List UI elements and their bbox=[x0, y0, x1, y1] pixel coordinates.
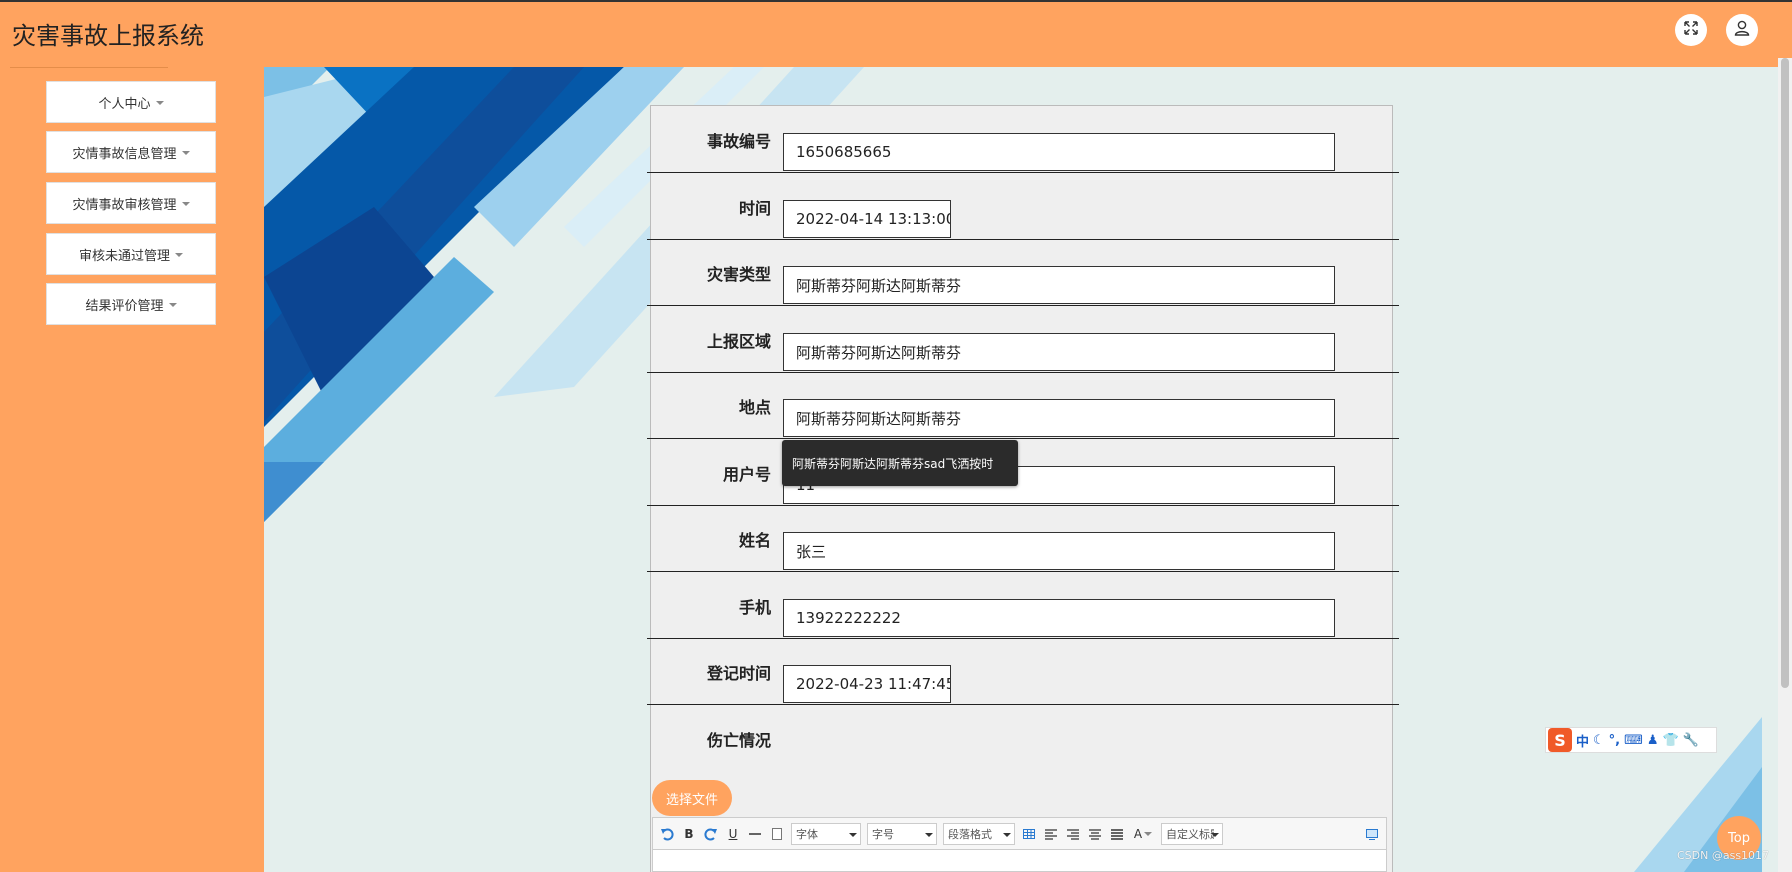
wrench-icon[interactable]: 🔧 bbox=[1683, 733, 1699, 748]
form-label: 手机 bbox=[738, 597, 771, 617]
form-label: 时间 bbox=[738, 198, 771, 218]
form-row-register-time: 登记时间 2022-04-23 11:47:45 bbox=[647, 638, 1399, 705]
font-size-select[interactable]: 字号 bbox=[867, 822, 937, 845]
sidebar-item-disaster-review[interactable]: 灾情事故审核管理 bbox=[46, 182, 216, 224]
form-label: 地点 bbox=[738, 397, 771, 417]
custom-title-select[interactable]: 自定义标题 bbox=[1161, 822, 1223, 845]
watermark: CSDN @ass1017 bbox=[1677, 849, 1770, 862]
sidebar-item-disaster-info[interactable]: 灾情事故信息管理 bbox=[46, 131, 216, 173]
name-input[interactable]: 张三 bbox=[783, 532, 1335, 570]
font-size-select-label: 字号 bbox=[872, 827, 894, 841]
chevron-down-icon bbox=[925, 832, 933, 837]
chevron-down-icon bbox=[181, 150, 190, 155]
chevron-down-icon bbox=[168, 302, 177, 307]
location-tooltip: 阿斯蒂芬阿斯达阿斯蒂芬sad飞洒按时 bbox=[782, 440, 1018, 486]
align-justify-icon[interactable] bbox=[1109, 826, 1125, 842]
rich-text-editor[interactable]: B U 字体 字号 段落格式 A 自定义标 bbox=[652, 817, 1387, 872]
register-time-input[interactable]: 2022-04-23 11:47:45 bbox=[783, 665, 951, 703]
chevron-down-icon bbox=[155, 100, 164, 105]
time-input[interactable]: 2022-04-14 13:13:00 bbox=[783, 200, 951, 238]
undo-icon[interactable] bbox=[659, 826, 675, 842]
form-row-casualties: 伤亡情况 bbox=[647, 705, 1399, 772]
report-area-input[interactable]: 阿斯蒂芬阿斯达阿斯蒂芬 bbox=[783, 333, 1335, 371]
ime-mode-label[interactable]: 中 bbox=[1576, 731, 1589, 750]
top-header: 灾害事故上报系统 bbox=[0, 0, 1792, 67]
bold-button[interactable]: B bbox=[681, 826, 697, 842]
sidebar-item-review-rejected[interactable]: 审核未通过管理 bbox=[46, 233, 216, 275]
accident-form: 事故编号 1650685665 时间 2022-04-14 13:13:00 灾… bbox=[647, 105, 1399, 872]
sidebar-item-result-evaluation[interactable]: 结果评价管理 bbox=[46, 283, 216, 325]
align-right-icon[interactable] bbox=[1065, 826, 1081, 842]
accident-number-input[interactable]: 1650685665 bbox=[783, 133, 1335, 171]
sidebar-item-personal-center[interactable]: 个人中心 bbox=[46, 81, 216, 123]
paragraph-format-select[interactable]: 段落格式 bbox=[943, 822, 1015, 845]
sidebar-item-label: 个人中心 bbox=[98, 96, 151, 112]
ime-toolbar[interactable]: S 中 ☾ °, ⌨ ♟ 👕 🔧 bbox=[1545, 727, 1717, 753]
form-row-user-id: 用户号 11 bbox=[647, 439, 1399, 506]
chevron-down-icon bbox=[1144, 832, 1153, 836]
sidebar-item-label: 灾情事故审核管理 bbox=[72, 197, 177, 213]
form-label: 事故编号 bbox=[706, 131, 771, 151]
sidebar-item-label: 结果评价管理 bbox=[85, 298, 164, 314]
form-label: 登记时间 bbox=[706, 663, 771, 683]
paragraph-format-select-label: 段落格式 bbox=[948, 827, 992, 841]
font-color-label: A bbox=[1133, 826, 1143, 841]
form-row-time: 时间 2022-04-14 13:13:00 bbox=[647, 173, 1399, 240]
app-title: 灾害事故上报系统 bbox=[12, 22, 204, 50]
scrollbar-thumb[interactable] bbox=[1781, 58, 1789, 688]
form-label: 上报区域 bbox=[706, 331, 771, 351]
form-row-name: 姓名 张三 bbox=[647, 505, 1399, 572]
font-color-button[interactable]: A bbox=[1131, 826, 1155, 842]
chevron-down-icon bbox=[181, 201, 190, 206]
sidebar: 个人中心 灾情事故信息管理 灾情事故审核管理 审核未通过管理 结果评价管理 bbox=[0, 67, 264, 872]
chevron-down-icon bbox=[1003, 832, 1011, 837]
underline-button[interactable]: U bbox=[725, 826, 741, 842]
user-icon bbox=[1733, 19, 1751, 41]
redo-icon[interactable] bbox=[703, 826, 719, 842]
voice-icon[interactable]: ♟ bbox=[1647, 733, 1659, 748]
document-icon[interactable] bbox=[769, 826, 785, 842]
form-row-disaster-type: 灾害类型 阿斯蒂芬阿斯达阿斯蒂芬 bbox=[647, 239, 1399, 306]
chevron-down-icon bbox=[849, 832, 857, 837]
form-label: 灾害类型 bbox=[706, 264, 771, 284]
page-scrollbar[interactable] bbox=[1778, 58, 1792, 872]
editor-toolbar: B U 字体 字号 段落格式 A 自定义标 bbox=[653, 818, 1386, 850]
phone-input[interactable]: 13922222222 bbox=[783, 599, 1335, 637]
moon-icon[interactable]: ☾ bbox=[1593, 733, 1605, 748]
table-icon[interactable] bbox=[1021, 826, 1037, 842]
disaster-type-input[interactable]: 阿斯蒂芬阿斯达阿斯蒂芬 bbox=[783, 266, 1335, 304]
chevron-down-icon bbox=[175, 252, 183, 257]
font-family-select-label: 字体 bbox=[796, 827, 818, 841]
keyboard-icon[interactable]: ⌨ bbox=[1624, 733, 1643, 748]
align-left-icon[interactable] bbox=[1043, 826, 1059, 842]
fullscreen-editor-icon[interactable] bbox=[1364, 826, 1380, 842]
form-row-phone: 手机 13922222222 bbox=[647, 572, 1399, 639]
punctuation-icon[interactable]: °, bbox=[1609, 733, 1620, 748]
horizontal-rule-icon[interactable] bbox=[747, 826, 763, 842]
sidebar-item-label: 灾情事故信息管理 bbox=[72, 146, 177, 162]
chevron-down-icon bbox=[1211, 832, 1219, 837]
form-label: 姓名 bbox=[738, 530, 771, 550]
align-center-icon[interactable] bbox=[1087, 826, 1103, 842]
custom-title-select-label: 自定义标题 bbox=[1166, 827, 1214, 841]
fullscreen-icon bbox=[1683, 20, 1699, 40]
user-button[interactable] bbox=[1726, 14, 1758, 46]
form-row-location: 地点 阿斯蒂芬阿斯达阿斯蒂芬 bbox=[647, 372, 1399, 439]
font-family-select[interactable]: 字体 bbox=[791, 822, 861, 845]
form-label: 伤亡情况 bbox=[706, 730, 771, 750]
form-row-accident-number: 事故编号 1650685665 bbox=[647, 106, 1399, 173]
sidebar-divider bbox=[10, 67, 168, 68]
form-row-report-area: 上报区域 阿斯蒂芬阿斯达阿斯蒂芬 bbox=[647, 306, 1399, 373]
form-label: 用户号 bbox=[722, 464, 771, 484]
sidebar-item-label: 审核未通过管理 bbox=[78, 248, 170, 264]
skin-icon[interactable]: 👕 bbox=[1663, 733, 1679, 748]
sogou-ime-logo: S bbox=[1548, 728, 1572, 752]
fullscreen-button[interactable] bbox=[1675, 14, 1707, 46]
choose-file-button[interactable]: 选择文件 bbox=[652, 780, 732, 816]
location-input[interactable]: 阿斯蒂芬阿斯达阿斯蒂芬 bbox=[783, 399, 1335, 437]
